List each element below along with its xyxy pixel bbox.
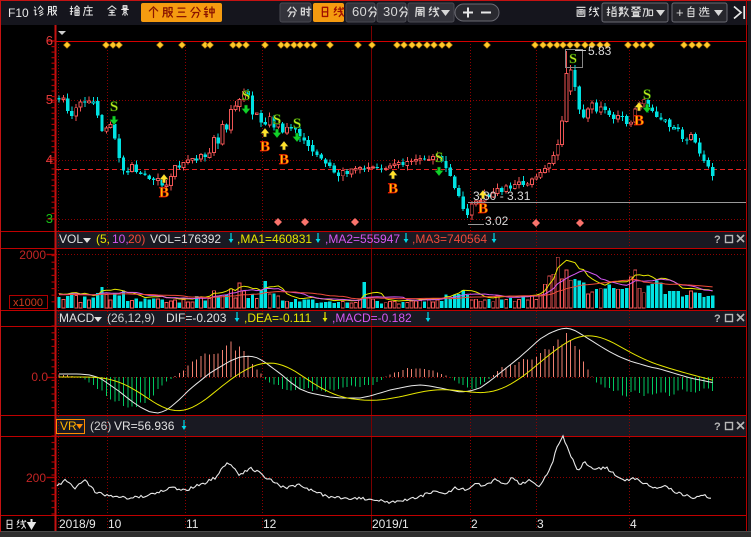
svg-text:VOL=176392: VOL=176392	[150, 232, 221, 246]
svg-text:,MACD=-0.182: ,MACD=-0.182	[332, 311, 412, 325]
svg-text:+: +	[676, 5, 684, 20]
svg-text:20): 20)	[128, 232, 145, 246]
svg-text:0: 0	[390, 4, 397, 19]
svg-text:S: S	[110, 99, 118, 115]
svg-text:5: 5	[46, 92, 53, 107]
svg-text:10: 10	[108, 517, 122, 531]
svg-text:4: 4	[630, 517, 637, 531]
svg-text:S: S	[569, 52, 577, 67]
svg-text:B: B	[634, 113, 644, 129]
svg-text:?: ?	[714, 234, 721, 246]
svg-text:3: 3	[537, 517, 544, 531]
svg-text:x1000: x1000	[13, 297, 43, 309]
svg-text:S: S	[273, 112, 281, 128]
svg-text:S: S	[435, 150, 443, 166]
svg-text:B: B	[260, 139, 270, 155]
svg-text:6: 6	[46, 33, 53, 48]
svg-text:2018/9: 2018/9	[59, 517, 96, 531]
svg-text:(5,: (5,	[96, 232, 110, 246]
svg-text:MACD: MACD	[59, 311, 95, 325]
svg-text:2019/1: 2019/1	[372, 517, 409, 531]
svg-text:S: S	[293, 116, 301, 132]
svg-text:12: 12	[263, 517, 277, 531]
svg-text:2000: 2000	[19, 248, 46, 262]
svg-text:200: 200	[26, 471, 46, 485]
svg-text:3: 3	[46, 211, 53, 226]
svg-text:S: S	[643, 87, 651, 103]
svg-text:4: 4	[46, 152, 53, 167]
svg-text:(26,12,9): (26,12,9)	[107, 311, 155, 325]
svg-text:(26): (26)	[90, 419, 111, 433]
svg-text:,DEA=-0.111: ,DEA=-0.111	[244, 311, 312, 325]
svg-text:S: S	[242, 88, 250, 104]
svg-text:0: 0	[359, 4, 366, 19]
svg-text:,MA1=460831: ,MA1=460831	[237, 232, 312, 246]
svg-text:,MA3=740564: ,MA3=740564	[412, 232, 487, 246]
svg-text:11: 11	[186, 517, 199, 531]
svg-text:B: B	[159, 185, 169, 201]
svg-text:?: ?	[714, 313, 721, 325]
svg-text:2: 2	[471, 517, 478, 531]
svg-text:6: 6	[352, 4, 359, 19]
svg-text:,MA2=555947: ,MA2=555947	[325, 232, 400, 246]
svg-text:B: B	[388, 181, 398, 197]
svg-text:10,: 10,	[112, 232, 129, 246]
svg-text:B: B	[279, 152, 289, 168]
svg-text:VR: VR	[60, 419, 77, 433]
svg-text:3.30 - 3.31: 3.30 - 3.31	[473, 189, 531, 203]
svg-text:F10: F10	[8, 6, 29, 20]
svg-text:VR=56.936: VR=56.936	[114, 419, 175, 433]
svg-text:3.02: 3.02	[485, 214, 509, 228]
svg-text:3: 3	[383, 4, 390, 19]
svg-text:?: ?	[714, 421, 721, 433]
svg-text:5.83: 5.83	[588, 44, 612, 58]
svg-text:0.0: 0.0	[31, 370, 48, 384]
svg-text:DIF=-0.203: DIF=-0.203	[166, 311, 227, 325]
svg-text:VOL: VOL	[59, 232, 83, 246]
